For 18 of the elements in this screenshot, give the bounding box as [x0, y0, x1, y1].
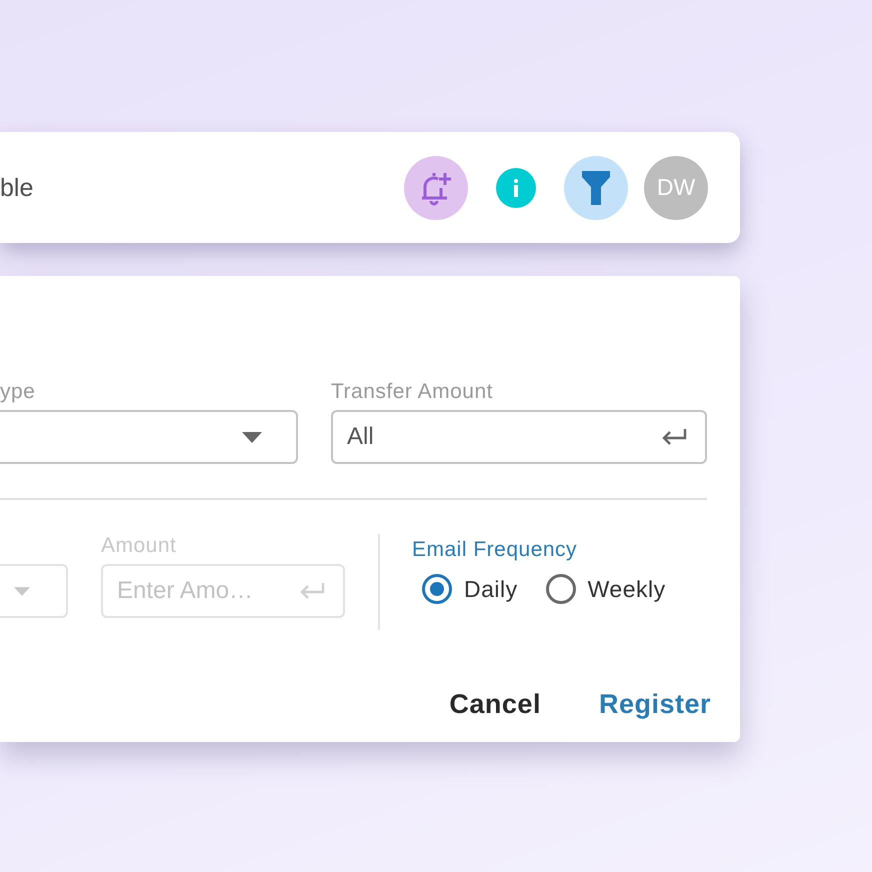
cancel-button[interactable]: Cancel: [449, 689, 541, 720]
radio-option[interactable]: Weekly: [546, 574, 666, 604]
dropdown-field[interactable]: [0, 410, 298, 464]
email-frequency-label: Email Frequency: [412, 538, 578, 562]
field-label: ype: [0, 380, 36, 404]
radio-icon[interactable]: [422, 574, 452, 604]
page-title: ble: [0, 174, 34, 203]
radio-option[interactable]: Daily: [422, 574, 518, 604]
caret-icon: [242, 432, 262, 442]
caret-icon: [14, 586, 30, 596]
filter-icon: [582, 170, 610, 204]
input-field[interactable]: All: [331, 410, 707, 464]
submit-button[interactable]: Register: [598, 689, 711, 720]
enter-icon: [661, 428, 687, 446]
field-label: Transfer Amount: [331, 380, 494, 404]
enter-icon: [299, 582, 325, 600]
radio-icon[interactable]: [546, 574, 576, 604]
info-icon: [513, 178, 519, 196]
